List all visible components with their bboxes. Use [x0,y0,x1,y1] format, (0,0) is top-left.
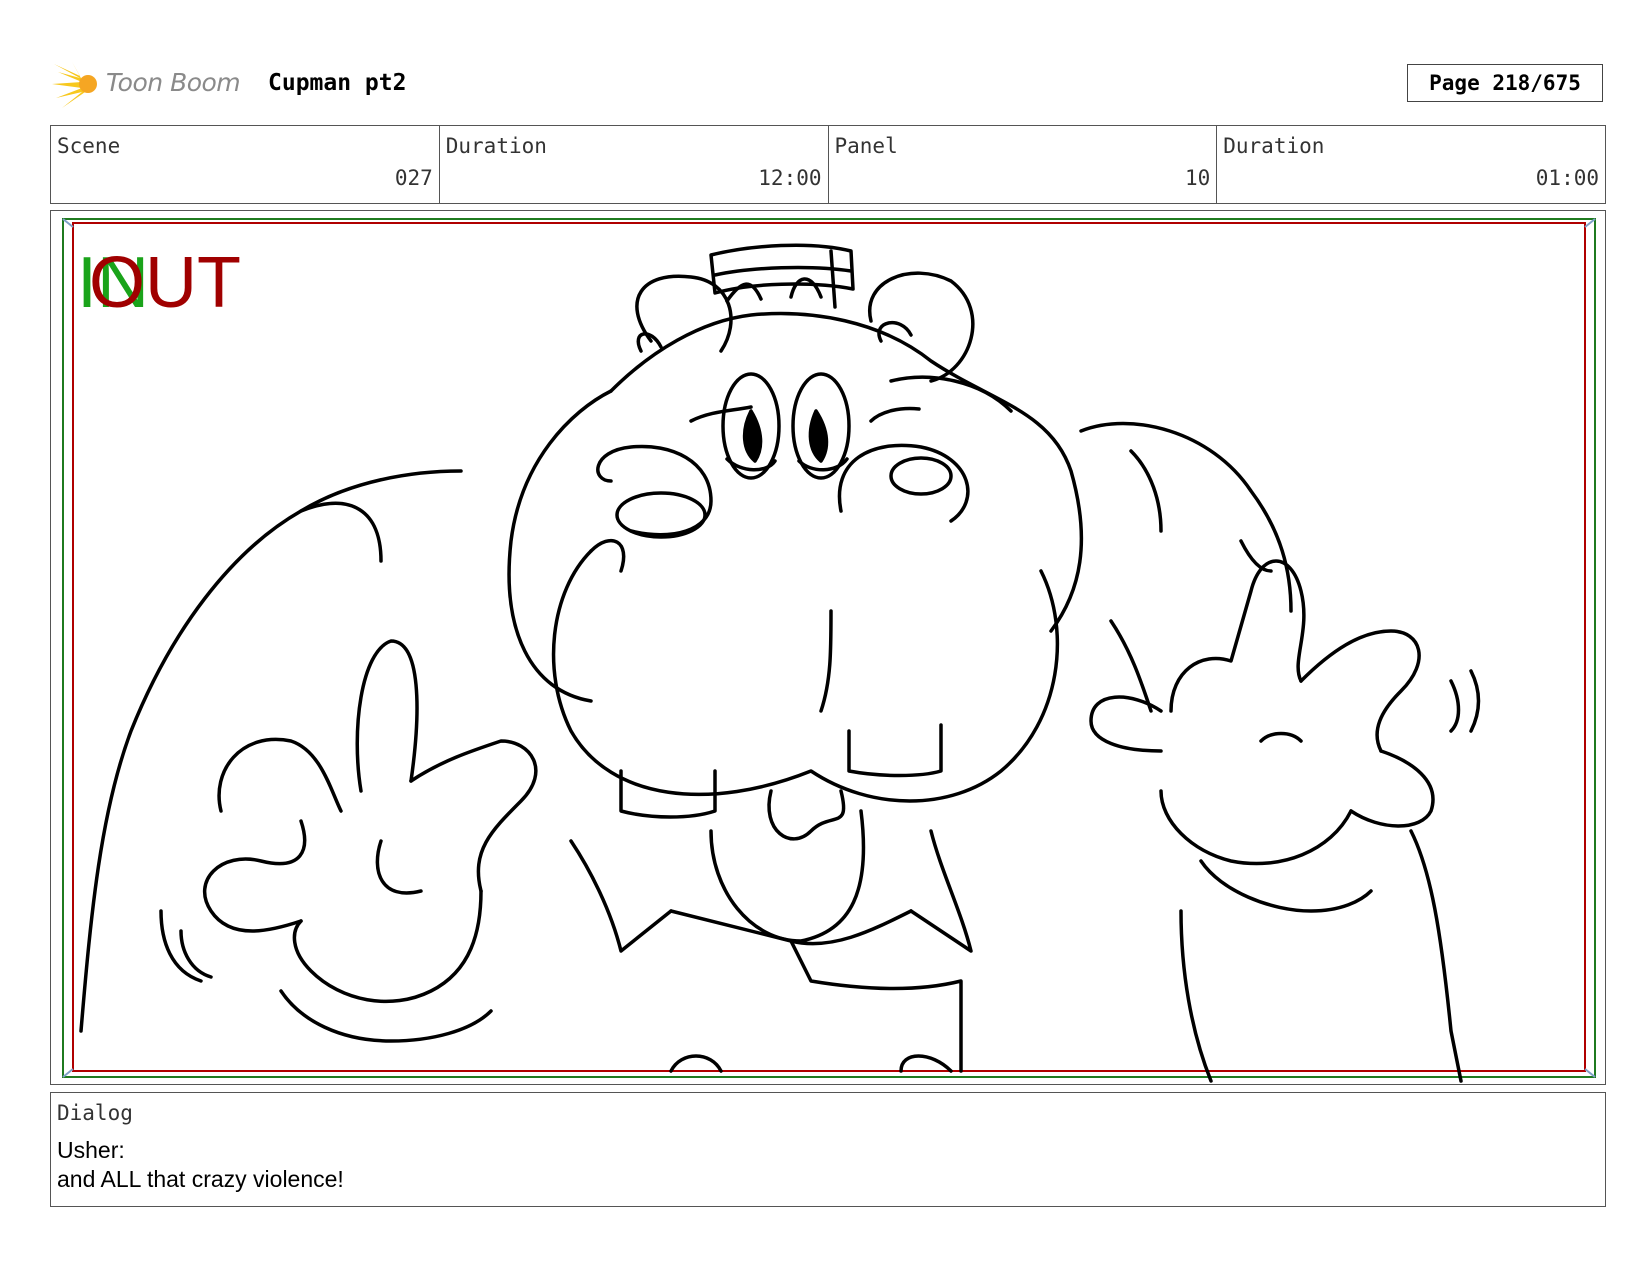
panel-label: Panel [834,134,898,158]
panel-value: 10 [1184,166,1211,190]
page-indicator: Page 218/675 [1407,64,1603,102]
toon-boom-logo: Toon Boom [52,58,252,110]
scene-duration-cell: Duration 12:00 [440,126,829,203]
panel-cell: Panel 10 [829,126,1218,203]
dialog-speaker: Usher: [57,1137,125,1163]
dialog-label: Dialog [57,1101,133,1125]
project-title: Cupman pt2 [268,70,407,96]
panel-duration-label: Duration [1223,134,1325,158]
scene-duration-value: 12:00 [758,166,822,190]
panel-duration-value: 01:00 [1535,166,1599,190]
scene-info-row: Scene 027 Duration 12:00 Panel 10 Durati… [50,125,1606,204]
dialog-box: Dialog Usher: and ALL that crazy violenc… [50,1092,1606,1207]
storyboard-panel: IN OUT [50,210,1606,1085]
panel-drawing: IN OUT [62,218,1596,1083]
out-marker: OUT [89,243,241,323]
starburst-icon [52,62,97,108]
character-sketch [79,243,1481,1083]
scene-duration-label: Duration [445,134,547,158]
scene-value: 027 [394,166,433,190]
panel-duration-cell: Duration 01:00 [1217,126,1605,203]
dialog-line: and ALL that crazy violence! [57,1166,344,1192]
scene-cell: Scene 027 [51,126,440,203]
scene-label: Scene [57,134,121,158]
logo-text: Toon Boom [106,68,241,97]
